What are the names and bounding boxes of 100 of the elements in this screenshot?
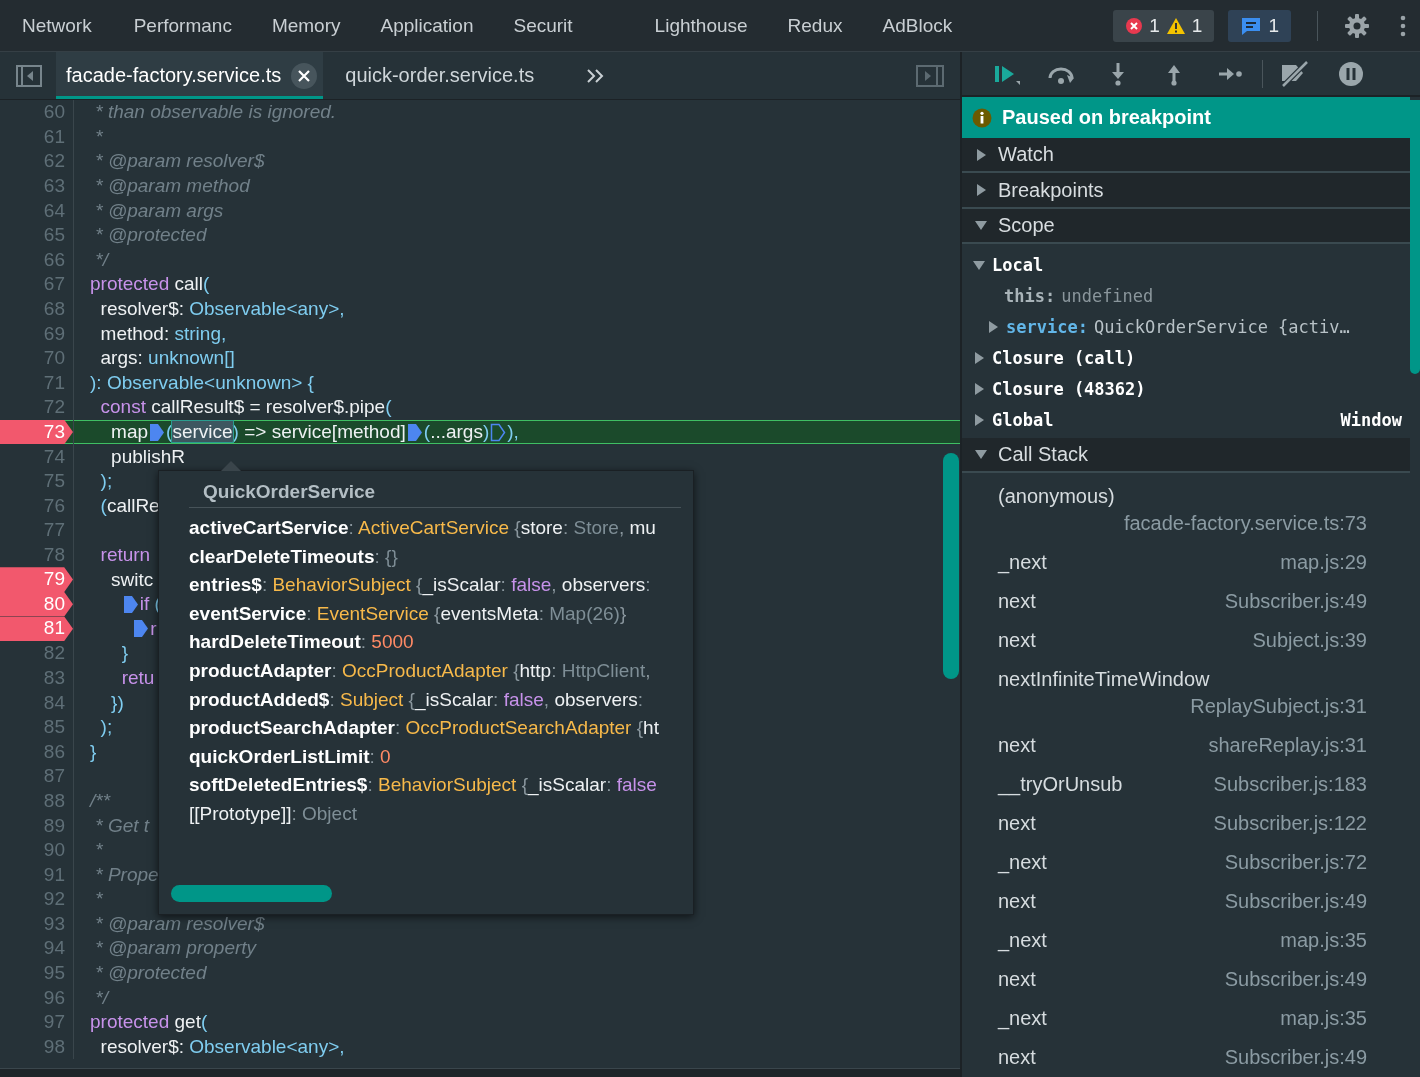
line-number[interactable]: 66 — [43, 248, 65, 271]
breakpoint-line-number[interactable]: 81 — [0, 616, 73, 642]
messages-button[interactable]: 1 — [1228, 9, 1291, 42]
line-number[interactable]: 96 — [43, 986, 65, 1009]
file-tab[interactable]: quick-order.service.ts — [323, 52, 575, 99]
line-number[interactable]: 86 — [43, 740, 65, 763]
collapsed-triangle-icon[interactable] — [986, 320, 1000, 335]
line-number[interactable]: 90 — [43, 839, 65, 862]
section-header[interactable]: Breakpoints — [962, 173, 1410, 209]
breakpoint-line-number[interactable]: 80 — [0, 591, 73, 617]
scope-item[interactable]: Closure (call) — [962, 342, 1410, 374]
line-number[interactable]: 76 — [43, 494, 65, 517]
line-number[interactable]: 87 — [43, 765, 65, 788]
source-location[interactable]: map.js:29 — [1280, 551, 1367, 574]
section-header[interactable]: Call Stack — [962, 437, 1410, 473]
call-frame[interactable]: _next Subscriber.js:72 — [962, 843, 1410, 882]
line-number[interactable]: 85 — [43, 716, 65, 739]
collapsed-triangle-icon[interactable] — [974, 183, 988, 198]
line-number[interactable]: 77 — [43, 519, 65, 542]
line-number[interactable]: 63 — [43, 175, 65, 198]
source-location[interactable]: Subscriber.js:49 — [1224, 1046, 1367, 1069]
inline-breakpoint-icon[interactable] — [149, 422, 166, 442]
scope-item[interactable]: Global Window — [962, 404, 1410, 436]
line-number[interactable]: 94 — [43, 937, 65, 960]
line-number[interactable]: 60 — [43, 101, 65, 124]
collapsed-triangle-icon[interactable] — [972, 413, 986, 428]
line-number[interactable]: 64 — [43, 199, 65, 222]
inline-breakpoint-icon[interactable] — [133, 619, 150, 639]
call-frame[interactable]: next Subscriber.js:49 — [962, 960, 1410, 999]
panel-tab[interactable]: Performanc — [113, 0, 252, 51]
settings-button[interactable] — [1344, 12, 1370, 39]
section-header[interactable]: Scope — [962, 208, 1410, 244]
source-location[interactable]: Subscriber.js:72 — [1224, 851, 1367, 874]
line-number[interactable]: 72 — [43, 396, 65, 419]
scope-item[interactable]: Closure (48362) — [962, 373, 1410, 405]
call-frame[interactable]: (anonymous) facade-factory.service.ts:73 — [962, 477, 1410, 543]
vertical-scrollbar[interactable] — [1410, 100, 1420, 374]
source-location[interactable]: shareReplay.js:31 — [1208, 734, 1367, 757]
line-number[interactable]: 84 — [43, 691, 65, 714]
call-frame[interactable]: __tryOrUnsub Subscriber.js:183 — [962, 765, 1410, 804]
call-frame[interactable]: _next map.js:35 — [962, 999, 1410, 1038]
line-number[interactable]: 88 — [43, 789, 65, 812]
line-number[interactable]: 68 — [43, 298, 65, 321]
line-number[interactable]: 62 — [43, 150, 65, 173]
close-button[interactable] — [291, 62, 318, 89]
panel-tab[interactable]: Application — [360, 0, 494, 51]
line-number[interactable]: 65 — [43, 224, 65, 247]
panel-tab[interactable]: Network — [0, 0, 114, 51]
line-number[interactable]: 98 — [43, 1035, 65, 1058]
line-number[interactable]: 69 — [43, 322, 65, 345]
line-number[interactable]: 61 — [43, 125, 65, 148]
line-number[interactable]: 67 — [43, 273, 65, 296]
variable-row[interactable]: service: QuickOrderService {activ… — [962, 311, 1410, 343]
breakpoint-line-number[interactable]: 79 — [0, 567, 73, 592]
collapsed-triangle-icon[interactable] — [974, 147, 988, 162]
issues-button[interactable]: 1 1 — [1113, 9, 1215, 42]
collapsed-triangle-icon[interactable] — [972, 351, 986, 366]
line-number[interactable]: 95 — [43, 962, 65, 985]
variable-row[interactable]: this: undefined — [962, 280, 1410, 312]
panel-tab[interactable]: Memory — [251, 0, 361, 51]
source-location[interactable]: facade-factory.service.ts:73 — [1123, 512, 1367, 535]
line-number[interactable]: 97 — [43, 1011, 65, 1034]
source-location[interactable]: Subscriber.js:49 — [1224, 968, 1367, 991]
source-location[interactable]: map.js:35 — [1280, 929, 1367, 952]
line-number[interactable]: 83 — [43, 666, 65, 689]
panel-tab[interactable]: Securit — [493, 0, 593, 51]
collapsed-triangle-icon[interactable] — [972, 382, 986, 397]
panel-tab[interactable]: AdBlock — [862, 0, 973, 51]
panel-tab[interactable]: Redux — [767, 0, 863, 51]
call-frame[interactable]: next Subscriber.js:49 — [962, 582, 1410, 621]
line-number[interactable]: 91 — [43, 863, 65, 886]
source-location[interactable]: Subscriber.js:49 — [1224, 590, 1367, 613]
source-location[interactable]: Subscriber.js:122 — [1213, 812, 1367, 835]
line-number[interactable]: 92 — [43, 888, 65, 911]
call-frame[interactable]: next Subscriber.js:49 — [962, 882, 1410, 921]
call-frame[interactable]: next Subscriber.js:49 — [962, 1038, 1410, 1077]
source-location[interactable]: ReplaySubject.js:31 — [1190, 695, 1367, 718]
horizontal-scrollbar[interactable] — [171, 885, 332, 902]
line-number[interactable]: 75 — [43, 470, 65, 493]
file-tab[interactable]: facade-factory.service.ts — [56, 52, 324, 99]
call-frame[interactable]: next shareReplay.js:31 — [962, 726, 1410, 765]
line-number[interactable]: 70 — [43, 347, 65, 370]
line-number[interactable]: 93 — [43, 912, 65, 935]
source-location[interactable]: Subscriber.js:49 — [1224, 890, 1367, 913]
inline-breakpoint-icon[interactable] — [406, 422, 423, 442]
call-frame[interactable]: _next map.js:35 — [962, 921, 1410, 960]
line-number[interactable]: 82 — [43, 642, 65, 665]
inline-breakpoint-icon[interactable] — [122, 594, 139, 614]
line-number[interactable]: 89 — [43, 814, 65, 837]
scope-item[interactable]: Local — [962, 249, 1410, 281]
line-number[interactable]: 78 — [43, 544, 65, 566]
line-number[interactable]: 74 — [43, 445, 65, 468]
line-number[interactable]: 71 — [43, 371, 65, 394]
section-header[interactable]: Watch — [962, 138, 1410, 174]
more-menu-button[interactable] — [1400, 14, 1406, 37]
source-location[interactable]: map.js:35 — [1280, 1007, 1367, 1030]
vertical-scrollbar[interactable] — [943, 453, 959, 679]
inline-breakpoint-icon[interactable] — [490, 422, 507, 442]
panel-tab[interactable]: Lighthouse — [634, 0, 768, 51]
call-frame[interactable]: next Subject.js:39 — [962, 621, 1410, 660]
